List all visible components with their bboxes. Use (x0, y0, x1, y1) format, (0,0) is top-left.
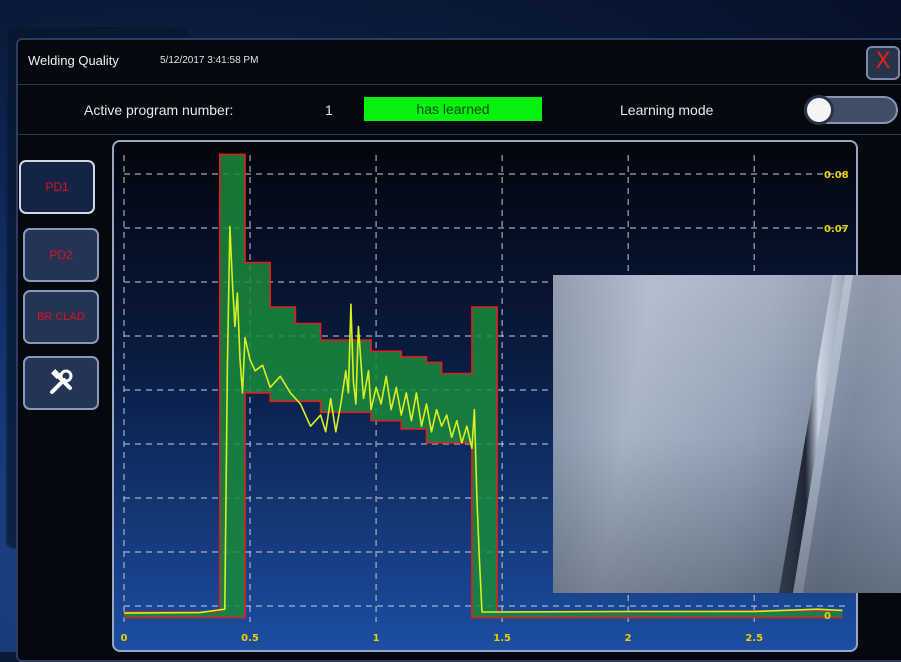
title-bar: Welding Quality 5/12/2017 3:41:58 PM X (18, 40, 901, 85)
tools-icon (50, 369, 73, 394)
window-timestamp: 5/12/2017 3:41:58 PM (160, 55, 259, 66)
status-bar: Active program number: 1 has learned Lea… (18, 86, 901, 135)
program-number-value: 1 (325, 102, 333, 118)
tab-label: PD2 (49, 248, 73, 262)
x-tick-label: 1.5 (493, 633, 511, 644)
x-tick-label: 1 (373, 633, 380, 644)
window-title: Welding Quality (28, 53, 119, 68)
x-tick-label: 0.5 (241, 633, 259, 644)
weld-seam-photo (553, 275, 901, 593)
x-tick-label: 2.5 (745, 633, 763, 644)
tab-pd2[interactable]: PD2 (23, 228, 99, 282)
tab-label: PD1 (45, 180, 69, 194)
toggle-knob (804, 95, 834, 125)
program-number-label: Active program number: (84, 102, 234, 118)
y-tick-label: 0 (824, 611, 831, 622)
close-icon: X (875, 49, 891, 74)
tab-tools[interactable] (23, 356, 99, 410)
tab-pd1[interactable]: PD1 (19, 160, 95, 214)
y-tick-label: 0.08 (824, 170, 849, 181)
photo-shading (553, 275, 901, 593)
x-tick-label: 2 (625, 633, 632, 644)
learned-status-badge: has learned (364, 97, 542, 121)
tab-label: BR CLAD (37, 311, 85, 323)
learning-mode-toggle[interactable] (804, 95, 898, 125)
learning-mode-label: Learning mode (620, 102, 714, 118)
y-tick-label: 0.07 (824, 224, 849, 235)
close-button[interactable]: X (866, 46, 900, 80)
x-tick-label: 0 (121, 633, 128, 644)
tab-br-clad[interactable]: BR CLAD (23, 290, 99, 344)
